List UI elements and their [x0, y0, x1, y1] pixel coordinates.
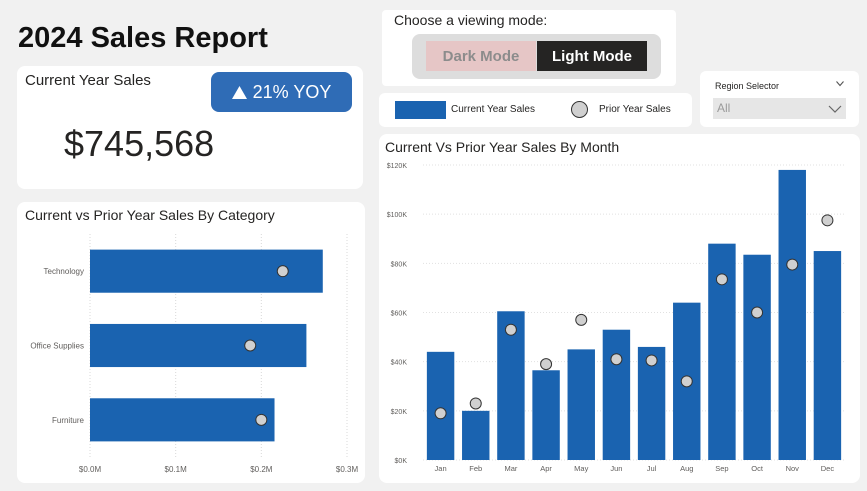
legend-label-prior: Prior Year Sales	[599, 104, 671, 115]
y-tick-label: $100K	[387, 212, 408, 219]
y-tick-label: $120K	[387, 163, 408, 170]
legend-marker-prior	[571, 101, 588, 118]
x-tick-label: $0.0M	[79, 465, 102, 474]
category-chart: $0.0M $0.1M $0.2M $0.3M Technology Office Sup…	[30, 234, 359, 474]
legend-swatch-current	[395, 101, 446, 119]
x-tick-label: May	[574, 464, 588, 473]
region-dropdown-value: All	[717, 101, 731, 115]
point-prior-jun	[610, 353, 623, 366]
y-tick-label: $80K	[391, 261, 408, 268]
point-prior-jan	[434, 407, 447, 420]
legend-label-current: Current Year Sales	[451, 104, 535, 115]
y-tick-label: $0K	[395, 458, 408, 465]
bar-current-may	[567, 349, 595, 460]
chevron-down-icon[interactable]	[836, 81, 844, 87]
x-tick-label: $0.1M	[165, 465, 188, 474]
region-dropdown[interactable]: All	[713, 98, 846, 119]
point-prior-furniture	[255, 413, 268, 426]
bar-current-jan	[426, 351, 455, 460]
point-prior-technology	[276, 265, 289, 278]
region-selector-card: Region Selector All	[700, 71, 859, 127]
bar-current-oct	[743, 254, 771, 460]
bar-current-office-supplies	[90, 323, 307, 368]
x-tick-label: Jul	[647, 464, 657, 473]
y-tick-label: $60K	[391, 311, 408, 318]
x-tick-label: Apr	[540, 464, 552, 473]
bar-current-dec	[813, 251, 842, 460]
point-prior-aug	[680, 375, 693, 388]
viewing-mode-prompt: Choose a viewing mode:	[394, 12, 548, 28]
monthly-chart-card: $0K $20K $40K $60K $80K $100K $120K Jan Feb Mar Ap…	[379, 134, 860, 483]
bar-current-nov	[778, 169, 806, 460]
bar-current-feb	[462, 410, 490, 460]
bar-current-furniture	[90, 398, 275, 442]
point-prior-oct	[751, 306, 764, 319]
monthly-chart: $0K $20K $40K $60K $80K $100K $120K Jan Feb Mar Ap…	[387, 163, 845, 473]
chart-legend: Current Year Sales Prior Year Sales	[379, 93, 692, 127]
x-tick-label: Nov	[786, 464, 800, 473]
x-tick-label: $0.3M	[336, 465, 359, 474]
viewing-mode-toggle: Dark Mode Light Mode	[412, 34, 661, 79]
point-prior-may	[575, 313, 588, 326]
light-mode-button[interactable]: Light Mode	[537, 41, 647, 71]
y-tick-label: $40K	[391, 360, 408, 367]
point-prior-feb	[469, 397, 482, 410]
dark-mode-button[interactable]: Dark Mode	[426, 41, 536, 71]
y-tick-label: $20K	[391, 409, 408, 416]
current-year-sales-card: Current Year Sales 21% YOY $745,568	[17, 66, 363, 189]
y-tick-label: Technology	[44, 267, 84, 276]
y-tick-label: Furniture	[52, 416, 85, 425]
x-tick-label: Feb	[469, 464, 482, 473]
x-tick-label: Jun	[610, 464, 622, 473]
point-prior-mar	[504, 323, 517, 336]
x-tick-label: Jan	[435, 464, 447, 473]
x-tick-label: Mar	[504, 464, 517, 473]
point-prior-nov	[786, 258, 799, 271]
point-prior-office-supplies	[244, 339, 257, 352]
yoy-badge: 21% YOY	[211, 72, 352, 112]
x-tick-label: Aug	[680, 464, 693, 473]
viewing-mode-card: Choose a viewing mode: Dark Mode Light M…	[382, 10, 676, 86]
bar-current-apr	[532, 370, 560, 460]
kpi-value: $745,568	[64, 123, 215, 164]
category-chart-card: $0.0M $0.1M $0.2M $0.3M Technology Office Sup…	[17, 202, 365, 483]
category-chart-title: Current vs Prior Year Sales By Category	[25, 207, 275, 223]
kpi-label: Current Year Sales	[25, 72, 151, 89]
monthly-chart-title: Current Vs Prior Year Sales By Month	[385, 139, 620, 155]
yoy-text: 21% YOY	[252, 81, 332, 102]
y-tick-label: Office Supplies	[30, 342, 84, 351]
region-selector-label: Region Selector	[715, 81, 780, 91]
dropdown-chevron-icon	[828, 105, 842, 113]
x-tick-label: Sep	[715, 464, 728, 473]
x-tick-label: Dec	[821, 464, 835, 473]
bar-current-jun	[602, 329, 631, 460]
point-prior-apr	[540, 358, 553, 371]
point-prior-jul	[645, 354, 658, 367]
x-tick-label: Oct	[751, 464, 764, 473]
page-title: 2024 Sales Report	[18, 22, 268, 54]
triangle-up-icon	[231, 85, 247, 99]
point-prior-dec	[821, 214, 834, 227]
point-prior-sep	[715, 273, 728, 286]
x-tick-label: $0.2M	[250, 465, 273, 474]
